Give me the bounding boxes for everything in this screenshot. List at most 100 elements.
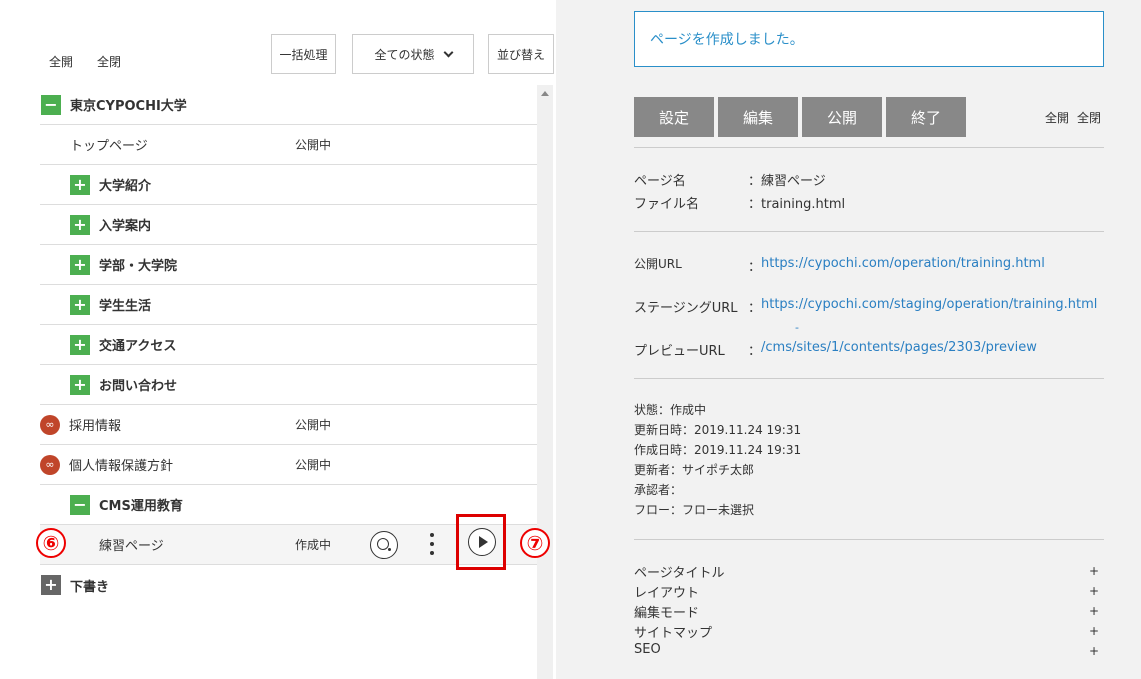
expand-all-link[interactable]: 全開 xyxy=(1045,109,1069,126)
tree-item-label: 下書き xyxy=(70,579,110,595)
play-icon[interactable] xyxy=(468,528,496,556)
more-menu-icon[interactable] xyxy=(428,533,436,559)
page-tree-pane: 全開 全閉 一括処理 全ての状態 並び替え − 東京CYPOCHI大学 トップペ… xyxy=(0,0,556,679)
expand-icon[interactable]: + xyxy=(1089,604,1099,618)
page-name-value: ：練習ページ xyxy=(748,174,826,189)
tree-item-label: お問い合わせ xyxy=(99,379,178,394)
link-icon: ∞ xyxy=(40,414,60,435)
tree-row-folder[interactable]: + 学部・大学院 xyxy=(40,245,537,285)
sort-label: 並び替え xyxy=(496,47,545,62)
settings-button[interactable]: 設定 xyxy=(634,97,714,137)
section-seo[interactable]: SEO xyxy=(634,642,661,657)
expand-toggle-icon[interactable]: + xyxy=(70,214,90,235)
expand-toggle-icon[interactable]: + xyxy=(70,334,90,355)
sort-button[interactable]: 並び替え xyxy=(488,34,554,74)
tree-row-drafts[interactable]: + 下書き xyxy=(40,565,537,605)
tree-row-root[interactable]: − 東京CYPOCHI大学 xyxy=(40,85,537,125)
preview-search-icon[interactable] xyxy=(370,531,398,559)
expand-toggle-icon[interactable]: + xyxy=(70,174,90,195)
divider xyxy=(634,539,1104,540)
edit-button[interactable]: 編集 xyxy=(718,97,798,137)
tree-item-label: 練習ページ xyxy=(99,539,164,554)
bulk-process-button[interactable]: 一括処理 xyxy=(271,34,336,74)
tree-row-folder[interactable]: + 入学案内 xyxy=(40,205,537,245)
expand-icon[interactable]: + xyxy=(1089,564,1099,578)
highlight-frame xyxy=(456,514,506,570)
staging-url-link[interactable]: https://cypochi.com/staging/operation/tr… xyxy=(761,297,1097,312)
expand-all-link[interactable]: 全開 xyxy=(49,53,73,70)
page-detail-pane: ページを作成しました。 設定 編集 公開 終了 全開 全閉 ページ名 ：練習ペー… xyxy=(556,0,1141,679)
scroll-up-icon[interactable] xyxy=(541,91,549,96)
collapse-toggle-icon[interactable]: − xyxy=(70,494,90,515)
tree-item-label: 学生生活 xyxy=(99,299,152,314)
tree-row-folder[interactable]: + 学生生活 xyxy=(40,285,537,325)
status-text: 作成中 xyxy=(295,538,332,552)
section-page-title[interactable]: ページタイトル xyxy=(634,562,724,581)
expand-toggle-icon[interactable]: + xyxy=(70,294,90,315)
section-layout[interactable]: レイアウト xyxy=(634,582,699,601)
status-text: 公開中 xyxy=(295,458,332,472)
public-url-label: 公開URL xyxy=(634,257,682,271)
tree-row-link[interactable]: ∞ 採用情報 公開中 xyxy=(40,405,537,445)
preview-url-colon: ： xyxy=(748,344,762,359)
expand-icon[interactable]: + xyxy=(1089,624,1099,638)
tree-item-label: 東京CYPOCHI大学 xyxy=(70,99,187,114)
tree-item-label: 学部・大学院 xyxy=(99,259,178,274)
expand-icon[interactable]: + xyxy=(1089,644,1099,658)
public-url-colon: ： xyxy=(748,260,762,275)
tree-row-top-page[interactable]: トップページ 公開中 xyxy=(40,125,537,165)
tree-row-folder[interactable]: + お問い合わせ xyxy=(40,365,537,405)
preview-url-link[interactable]: /cms/sites/1/contents/pages/2303/preview xyxy=(761,340,1037,355)
staging-url-colon: ： xyxy=(748,301,762,316)
tree-item-label: 個人情報保護方針 xyxy=(69,459,174,474)
meta-flow: フロー：フロー未選択 xyxy=(634,503,755,517)
tree-item-label: 大学紹介 xyxy=(99,179,152,194)
public-url-link[interactable]: https://cypochi.com/operation/training.h… xyxy=(761,256,1045,271)
section-sitemap[interactable]: サイトマップ xyxy=(634,622,712,641)
page-tree: − 東京CYPOCHI大学 トップページ 公開中 + 大学紹介 + 入学案内 +… xyxy=(40,85,537,679)
publish-button[interactable]: 公開 xyxy=(802,97,882,137)
chevron-down-icon xyxy=(443,47,453,57)
tree-row-folder[interactable]: + 交通アクセス xyxy=(40,325,537,365)
tree-row-link[interactable]: ∞ 個人情報保護方針 公開中 xyxy=(40,445,537,485)
divider xyxy=(634,378,1104,379)
expand-icon[interactable]: + xyxy=(1089,584,1099,598)
page-name-label: ページ名 xyxy=(634,174,686,189)
status-filter-select[interactable]: 全ての状態 xyxy=(352,34,474,74)
meta-approver: 承認者： xyxy=(634,483,683,497)
tree-item-label: 入学案内 xyxy=(99,219,152,234)
preview-url-dash: - xyxy=(795,321,799,334)
expand-toggle-icon[interactable]: + xyxy=(70,254,90,275)
status-text: 公開中 xyxy=(295,138,332,152)
tree-item-label: トップページ xyxy=(70,139,148,154)
preview-url-label: プレビューURL xyxy=(634,344,725,359)
divider xyxy=(634,147,1104,148)
finish-button[interactable]: 終了 xyxy=(886,97,966,137)
expand-toggle-icon[interactable]: + xyxy=(70,374,90,395)
tree-item-label: CMS運用教育 xyxy=(99,499,183,514)
divider xyxy=(634,231,1104,232)
staging-url-label: ステージングURL xyxy=(634,301,738,316)
section-edit-mode[interactable]: 編集モード xyxy=(634,602,699,621)
status-filter-label: 全ての状態 xyxy=(374,47,435,62)
callout-badge-7: ⑦ xyxy=(520,528,550,558)
scrollbar[interactable] xyxy=(537,85,553,679)
callout-badge-6: ⑥ xyxy=(36,528,66,558)
expand-toggle-icon[interactable]: + xyxy=(41,575,61,595)
link-icon: ∞ xyxy=(40,454,60,475)
meta-updater: 更新者：サイポチ太郎 xyxy=(634,463,755,477)
success-alert: ページを作成しました。 xyxy=(634,11,1104,67)
collapse-toggle-icon[interactable]: − xyxy=(41,94,61,115)
tree-item-label: 交通アクセス xyxy=(99,339,177,354)
collapse-all-link[interactable]: 全閉 xyxy=(97,53,121,70)
tree-row-folder[interactable]: + 大学紹介 xyxy=(40,165,537,205)
tree-item-label: 採用情報 xyxy=(69,419,122,434)
file-name-value: ：training.html xyxy=(748,197,846,212)
tree-row-selected[interactable]: 練習ページ 作成中 xyxy=(40,514,537,570)
meta-created: 作成日時：2019.11.24 19:31 xyxy=(634,443,802,457)
collapse-all-link[interactable]: 全閉 xyxy=(1077,109,1101,126)
meta-status: 状態：作成中 xyxy=(634,403,707,417)
file-name-label: ファイル名 xyxy=(634,197,700,212)
status-text: 公開中 xyxy=(295,418,332,432)
meta-updated: 更新日時：2019.11.24 19:31 xyxy=(634,423,802,437)
